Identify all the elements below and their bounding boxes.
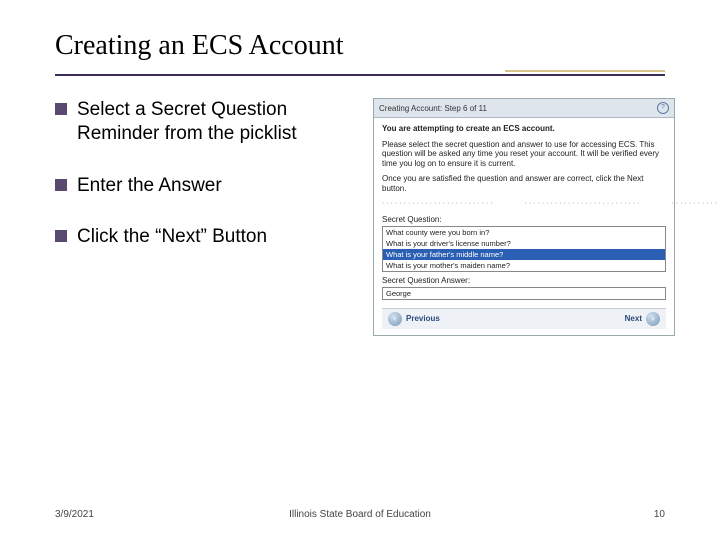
rule-accent — [505, 70, 665, 72]
slide-footer: 3/9/2021 Illinois State Board of Educati… — [0, 509, 720, 520]
listbox-option[interactable]: What is your mother's maiden name? — [383, 260, 665, 271]
previous-button[interactable]: ‹ Previous — [388, 312, 440, 326]
wizard-para2: Once you are satisfied the question and … — [382, 174, 666, 193]
rule-main — [55, 74, 665, 76]
listbox-option[interactable]: What is your driver's license number? — [383, 238, 665, 249]
bullet-text: Select a Secret Question Reminder from t… — [77, 98, 355, 146]
answer-label: Secret Question Answer: — [382, 276, 666, 285]
bullet-item: Enter the Answer — [55, 174, 355, 198]
bullet-item: Select a Secret Question Reminder from t… — [55, 98, 355, 146]
wizard-titlebar: Creating Account: Step 6 of 11 ? — [374, 99, 674, 118]
wizard-body: You are attempting to create an ECS acco… — [374, 118, 674, 335]
arrow-left-icon: ‹ — [388, 312, 402, 326]
body-row: Select a Secret Question Reminder from t… — [55, 98, 665, 336]
title-rule — [55, 70, 665, 80]
wizard-title: Creating Account: Step 6 of 11 — [379, 104, 487, 113]
wizard-screenshot: Creating Account: Step 6 of 11 ? You are… — [373, 98, 675, 336]
secret-question-listbox[interactable]: What county were you born in? What is yo… — [382, 226, 666, 272]
bullet-square-icon — [55, 230, 67, 242]
bullet-square-icon — [55, 103, 67, 115]
next-button[interactable]: Next › — [625, 312, 660, 326]
arrow-right-icon: › — [646, 312, 660, 326]
wizard-intro: You are attempting to create an ECS acco… — [382, 124, 666, 134]
wizard-navrow: ‹ Previous Next › — [382, 308, 666, 329]
screenshot-wrap: Creating Account: Step 6 of 11 ? You are… — [373, 98, 675, 336]
secret-question-label: Secret Question: — [382, 215, 666, 224]
bullet-list: Select a Secret Question Reminder from t… — [55, 98, 355, 336]
next-label: Next — [625, 314, 642, 323]
answer-input[interactable]: George — [382, 287, 666, 300]
bullet-text: Click the “Next” Button — [77, 225, 267, 249]
bullet-square-icon — [55, 179, 67, 191]
listbox-option[interactable]: What county were you born in? — [383, 227, 665, 238]
slide-title: Creating an ECS Account — [55, 30, 665, 62]
footer-org: Illinois State Board of Education — [0, 509, 720, 520]
bullet-item: Click the “Next” Button — [55, 225, 355, 249]
wizard-para1: Please select the secret question and an… — [382, 140, 666, 169]
slide: Creating an ECS Account Select a Secret … — [0, 0, 720, 540]
listbox-option-selected[interactable]: What is your father's middle name? — [383, 249, 665, 260]
wizard-dividers: ········································… — [382, 200, 666, 207]
previous-label: Previous — [406, 314, 440, 323]
bullet-text: Enter the Answer — [77, 174, 222, 198]
help-icon[interactable]: ? — [657, 102, 669, 114]
